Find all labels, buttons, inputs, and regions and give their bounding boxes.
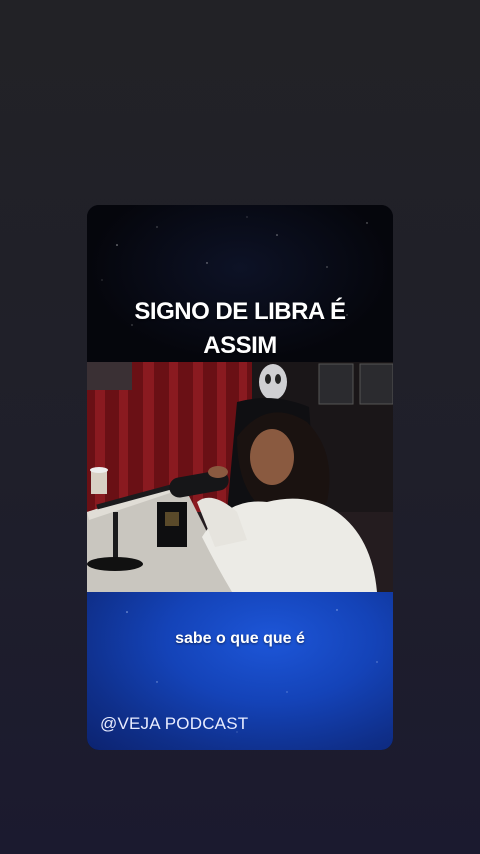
reel-headline: SIGNO DE LIBRA É ASSIM [134, 298, 346, 359]
reel-card[interactable]: SIGNO DE LIBRA É ASSIM sabe o que que é … [87, 205, 393, 750]
subtitle-caption: sabe o que que é [175, 630, 305, 647]
podcast-video-frame[interactable] [87, 362, 393, 592]
channel-watermark: @VEJA PODCAST [100, 714, 249, 733]
caption-panel: sabe o que que é @VEJA PODCAST [87, 592, 393, 750]
podcast-scene-image [87, 362, 393, 592]
headline-panel: SIGNO DE LIBRA É ASSIM [87, 205, 393, 362]
